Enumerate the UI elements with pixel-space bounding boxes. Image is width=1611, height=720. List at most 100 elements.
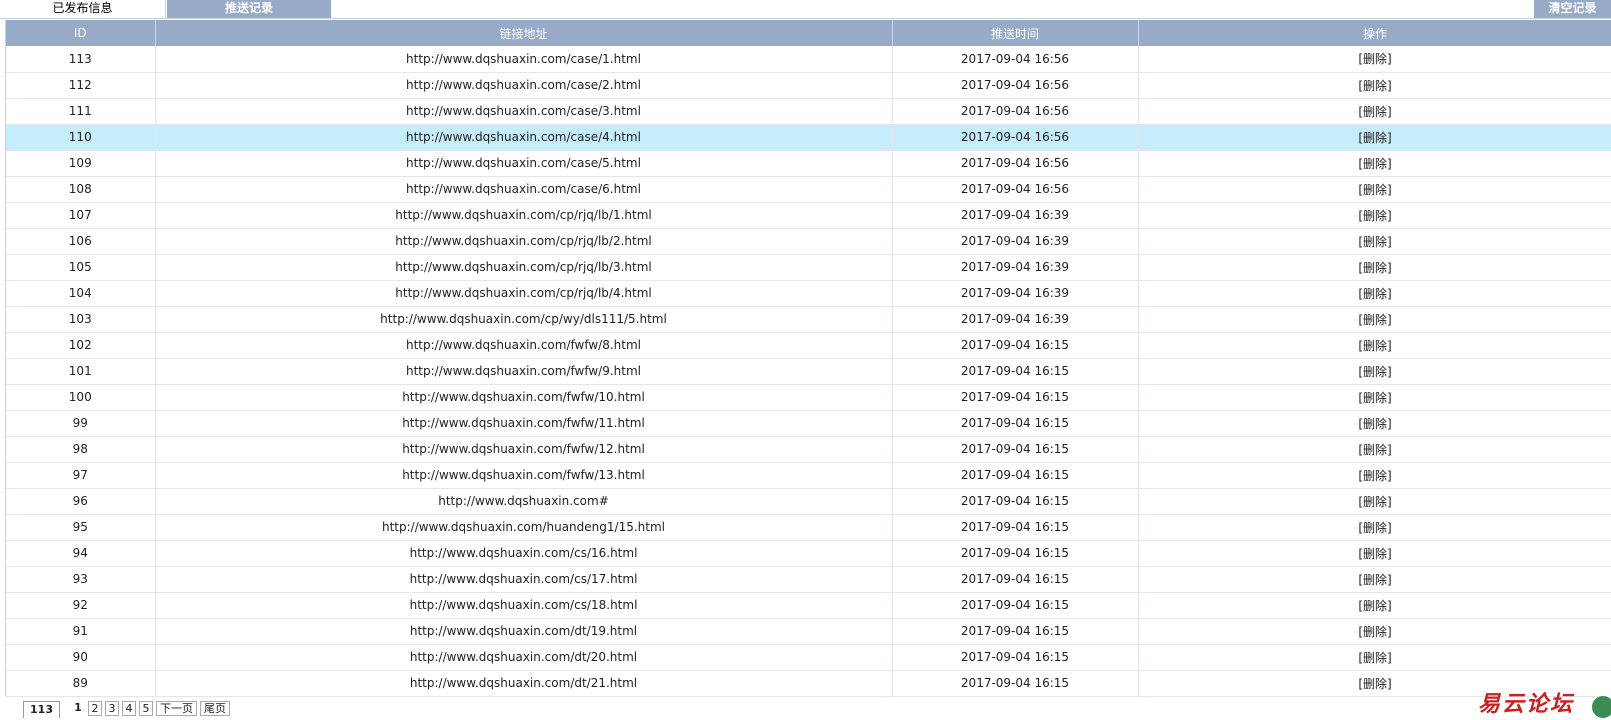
- delete-link[interactable]: [删除]: [1358, 261, 1391, 275]
- table-row[interactable]: 109 http://www.dqshuaxin.com/case/5.html 2…: [6, 150, 1611, 177]
- delete-link[interactable]: [删除]: [1358, 521, 1391, 535]
- delete-link[interactable]: [删除]: [1358, 651, 1391, 665]
- row-id: 112: [6, 72, 156, 99]
- delete-link[interactable]: [删除]: [1358, 209, 1391, 223]
- row-push-time: 2017-09-04 16:56: [892, 46, 1139, 73]
- row-id: 113: [6, 46, 156, 73]
- table-row[interactable]: 100 http://www.dqshuaxin.com/fwfw/10.html…: [6, 384, 1611, 411]
- delete-link[interactable]: [删除]: [1358, 599, 1391, 613]
- table-row[interactable]: 105 http://www.dqshuaxin.com/cp/rjq/lb/3.…: [6, 254, 1611, 281]
- table-row[interactable]: 94 http://www.dqshuaxin.com/cs/16.html 201…: [6, 540, 1611, 567]
- page-3-link[interactable]: 3: [105, 701, 119, 716]
- header-time: 推送时间: [892, 20, 1139, 46]
- row-push-time: 2017-09-04 16:15: [892, 462, 1139, 489]
- row-operation: [删除]: [1138, 462, 1611, 489]
- row-url: http://www.dqshuaxin.com/case/1.html: [155, 46, 893, 73]
- delete-link[interactable]: [删除]: [1358, 105, 1391, 119]
- top-tab-bar: 已发布信息 推送记录 清空记录: [0, 0, 1611, 18]
- table-row[interactable]: 93 http://www.dqshuaxin.com/cs/17.html 201…: [6, 566, 1611, 593]
- delete-link[interactable]: [删除]: [1358, 365, 1391, 379]
- page-2-link[interactable]: 2: [88, 701, 102, 716]
- row-operation: [删除]: [1138, 358, 1611, 385]
- row-id: 90: [6, 644, 156, 671]
- delete-link[interactable]: [删除]: [1358, 469, 1391, 483]
- row-id: 89: [6, 670, 156, 697]
- table-row[interactable]: 95 http://www.dqshuaxin.com/huandeng1/15.…: [6, 514, 1611, 541]
- table-row[interactable]: 108 http://www.dqshuaxin.com/case/6.html 2…: [6, 176, 1611, 203]
- row-push-time: 2017-09-04 16:15: [892, 540, 1139, 567]
- table-row[interactable]: 102 http://www.dqshuaxin.com/fwfw/8.html 2…: [6, 332, 1611, 359]
- table-row[interactable]: 111 http://www.dqshuaxin.com/case/3.html 2…: [6, 98, 1611, 125]
- last-page-link[interactable]: 尾页: [200, 701, 230, 716]
- row-operation: [删除]: [1138, 540, 1611, 567]
- delete-link[interactable]: [删除]: [1358, 391, 1391, 405]
- row-url: http://www.dqshuaxin.com/fwfw/9.html: [155, 358, 893, 385]
- row-operation: [删除]: [1138, 566, 1611, 593]
- delete-link[interactable]: [删除]: [1358, 235, 1391, 249]
- row-operation: [删除]: [1138, 72, 1611, 99]
- pagination: 113 1 2 3 4 5 下一页 尾页: [23, 701, 230, 718]
- table-row[interactable]: 97 http://www.dqshuaxin.com/fwfw/13.html 2…: [6, 462, 1611, 489]
- table-row[interactable]: 99 http://www.dqshuaxin.com/fwfw/11.html 2…: [6, 410, 1611, 437]
- delete-link[interactable]: [删除]: [1358, 157, 1391, 171]
- next-page-link[interactable]: 下一页: [156, 701, 197, 716]
- table-row[interactable]: 96 http://www.dqshuaxin.com# 2017-09-04 16…: [6, 488, 1611, 515]
- row-push-time: 2017-09-04 16:56: [892, 150, 1139, 177]
- row-push-time: 2017-09-04 16:15: [892, 644, 1139, 671]
- table-row[interactable]: 92 http://www.dqshuaxin.com/cs/18.html 201…: [6, 592, 1611, 619]
- delete-link[interactable]: [删除]: [1358, 547, 1391, 561]
- delete-link[interactable]: [删除]: [1358, 495, 1391, 509]
- table-row[interactable]: 104 http://www.dqshuaxin.com/cp/rjq/lb/4.…: [6, 280, 1611, 307]
- row-id: 111: [6, 98, 156, 125]
- row-id: 99: [6, 410, 156, 437]
- row-id: 109: [6, 150, 156, 177]
- tab-published[interactable]: 已发布信息: [0, 0, 166, 18]
- row-id: 102: [6, 332, 156, 359]
- row-operation: [删除]: [1138, 254, 1611, 281]
- delete-link[interactable]: [删除]: [1358, 183, 1391, 197]
- delete-link[interactable]: [删除]: [1358, 677, 1391, 691]
- row-url: http://www.dqshuaxin.com/case/3.html: [155, 98, 893, 125]
- table-row[interactable]: 91 http://www.dqshuaxin.com/dt/19.html 201…: [6, 618, 1611, 645]
- delete-link[interactable]: [删除]: [1358, 417, 1391, 431]
- delete-link[interactable]: [删除]: [1358, 443, 1391, 457]
- table-row[interactable]: 113 http://www.dqshuaxin.com/case/1.html 2…: [6, 46, 1611, 73]
- table-row[interactable]: 107 http://www.dqshuaxin.com/cp/rjq/lb/1.…: [6, 202, 1611, 229]
- delete-link[interactable]: [删除]: [1358, 625, 1391, 639]
- table-row[interactable]: 103 http://www.dqshuaxin.com/cp/wy/dls111…: [6, 306, 1611, 333]
- table-row[interactable]: 98 http://www.dqshuaxin.com/fwfw/12.html 2…: [6, 436, 1611, 463]
- table-row[interactable]: 110 http://www.dqshuaxin.com/case/4.html 2…: [6, 124, 1611, 151]
- delete-link[interactable]: [删除]: [1358, 287, 1391, 301]
- row-url: http://www.dqshuaxin.com/dt/21.html: [155, 670, 893, 697]
- row-operation: [删除]: [1138, 150, 1611, 177]
- page-5-link[interactable]: 5: [139, 701, 153, 716]
- watermark-seal-icon: [1590, 694, 1611, 720]
- row-operation: [删除]: [1138, 306, 1611, 333]
- row-operation: [删除]: [1138, 644, 1611, 671]
- page-4-link[interactable]: 4: [122, 701, 136, 716]
- table-row[interactable]: 106 http://www.dqshuaxin.com/cp/rjq/lb/2.…: [6, 228, 1611, 255]
- row-url: http://www.dqshuaxin.com/fwfw/8.html: [155, 332, 893, 359]
- row-push-time: 2017-09-04 16:56: [892, 124, 1139, 151]
- row-push-time: 2017-09-04 16:39: [892, 228, 1139, 255]
- row-operation: [删除]: [1138, 410, 1611, 437]
- table-row[interactable]: 89 http://www.dqshuaxin.com/dt/21.html 201…: [6, 670, 1611, 697]
- row-id: 95: [6, 514, 156, 541]
- delete-link[interactable]: [删除]: [1358, 131, 1391, 145]
- table-row[interactable]: 101 http://www.dqshuaxin.com/fwfw/9.html 2…: [6, 358, 1611, 385]
- row-id: 92: [6, 592, 156, 619]
- delete-link[interactable]: [删除]: [1358, 313, 1391, 327]
- row-push-time: 2017-09-04 16:56: [892, 176, 1139, 203]
- clear-records-button[interactable]: 清空记录: [1534, 0, 1611, 18]
- table-row[interactable]: 90 http://www.dqshuaxin.com/dt/20.html 201…: [6, 644, 1611, 671]
- row-push-time: 2017-09-04 16:15: [892, 358, 1139, 385]
- tab-push-log[interactable]: 推送记录: [167, 0, 331, 18]
- delete-link[interactable]: [删除]: [1358, 79, 1391, 93]
- row-push-time: 2017-09-04 16:56: [892, 98, 1139, 125]
- row-id: 106: [6, 228, 156, 255]
- delete-link[interactable]: [删除]: [1358, 52, 1391, 66]
- row-operation: [删除]: [1138, 124, 1611, 151]
- delete-link[interactable]: [删除]: [1358, 573, 1391, 587]
- table-row[interactable]: 112 http://www.dqshuaxin.com/case/2.html 2…: [6, 72, 1611, 99]
- delete-link[interactable]: [删除]: [1358, 339, 1391, 353]
